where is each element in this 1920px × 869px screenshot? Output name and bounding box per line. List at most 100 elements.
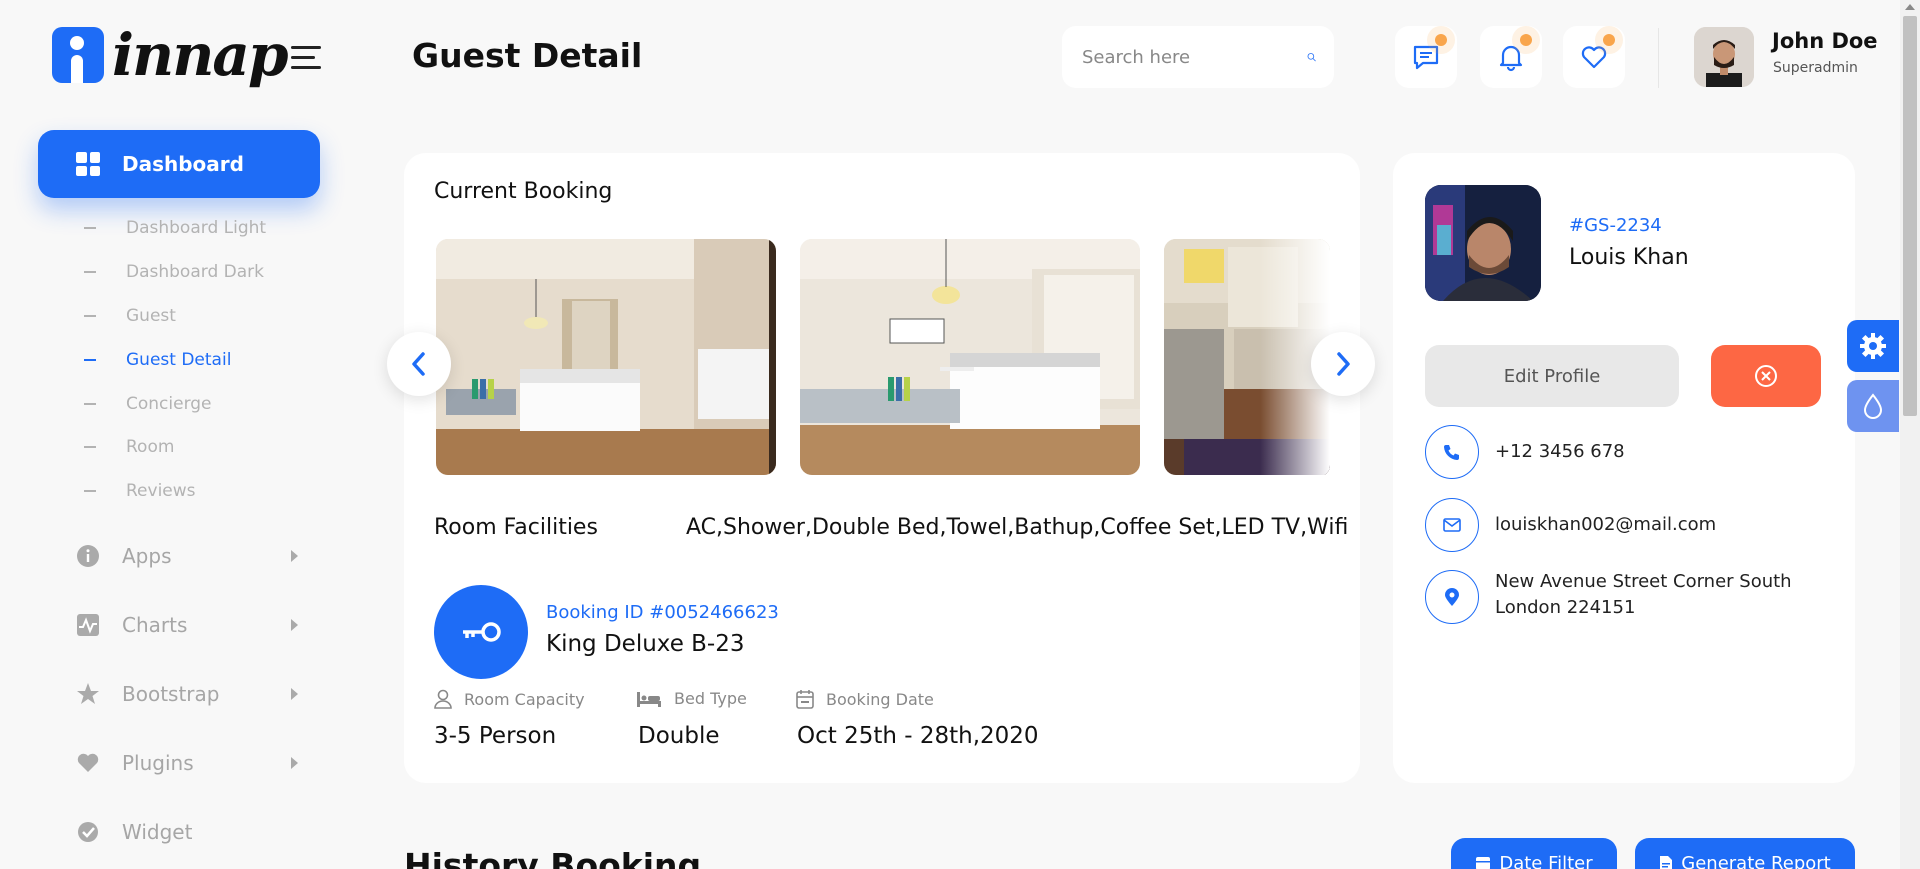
sidebar: innap Dashboard Dashboard Light Dashboar… <box>0 0 360 869</box>
scrollbar-thumb[interactable] <box>1903 16 1917 416</box>
sidebar-item-charts[interactable]: Charts <box>76 613 298 637</box>
sidebar-subitem-guest-detail[interactable]: Guest Detail <box>84 350 231 370</box>
caret-right-icon <box>291 550 298 562</box>
sidebar-item-bootstrap[interactable]: Bootstrap <box>76 682 298 706</box>
sidebar-item-dashboard[interactable]: Dashboard <box>38 130 320 198</box>
user-name[interactable]: John Doe <box>1772 29 1878 53</box>
user-avatar[interactable] <box>1694 27 1754 87</box>
sidebar-subitem-dashboard-light[interactable]: Dashboard Light <box>84 218 266 238</box>
chat-icon <box>1413 45 1439 70</box>
sidebar-subitem-label: Reviews <box>126 481 196 501</box>
notification-dot <box>1520 34 1532 46</box>
room-name: King Deluxe B-23 <box>546 631 745 657</box>
email-icon <box>1425 498 1479 552</box>
location-icon <box>1425 570 1479 624</box>
notification-dot <box>1435 34 1447 46</box>
carousel-prev-button[interactable] <box>387 332 451 396</box>
date-filter-button[interactable]: Date Filter <box>1451 838 1617 869</box>
sidebar-subitem-reviews[interactable]: Reviews <box>84 481 196 501</box>
sidebar-subitem-label: Dashboard Dark <box>126 262 264 282</box>
spec-label-text: Bed Type <box>674 689 747 708</box>
sidebar-subitem-room[interactable]: Room <box>84 437 174 457</box>
sidebar-subitem-guest[interactable]: Guest <box>84 306 176 326</box>
sidebar-item-label: Widget <box>122 820 193 844</box>
hamburger-menu-icon[interactable] <box>291 46 321 76</box>
sidebar-item-widget[interactable]: Widget <box>76 820 298 844</box>
room-photo[interactable] <box>800 239 1140 475</box>
notifications-button[interactable] <box>1480 26 1542 88</box>
sidebar-subitem-label: Concierge <box>126 394 212 414</box>
carousel-next-button[interactable] <box>1311 332 1375 396</box>
info-icon <box>76 544 100 568</box>
theme-float-button[interactable] <box>1847 380 1899 432</box>
gear-icon <box>1860 333 1886 359</box>
messages-button[interactable] <box>1395 26 1457 88</box>
date-filter-label: Date Filter <box>1499 852 1593 869</box>
delete-guest-button[interactable] <box>1711 345 1821 407</box>
bed-icon <box>637 691 661 707</box>
guest-phone: +12 3456 678 <box>1495 441 1625 462</box>
heart-icon <box>1581 46 1607 69</box>
room-photo-carousel[interactable] <box>436 239 1330 477</box>
sidebar-subitem-label: Guest Detail <box>126 350 232 370</box>
notification-dot <box>1603 34 1615 46</box>
sidebar-subitem-concierge[interactable]: Concierge <box>84 394 212 414</box>
guest-email: louiskhan002@mail.com <box>1495 514 1717 535</box>
drop-icon <box>1863 393 1883 419</box>
sidebar-subitem-dashboard-dark[interactable]: Dashboard Dark <box>84 262 264 282</box>
bell-icon <box>1499 45 1523 72</box>
guest-address: New Avenue Street Corner South London 22… <box>1495 571 1792 618</box>
dashboard-icon <box>76 152 100 176</box>
page-title: Guest Detail <box>412 36 643 75</box>
document-icon <box>1660 856 1673 869</box>
sidebar-item-label: Apps <box>122 544 172 568</box>
widget-icon <box>76 820 100 844</box>
room-facilities-value: AC,Shower,Double Bed,Towel,Bathup,Coffee… <box>686 515 1349 540</box>
booking-id: Booking ID #0052466623 <box>546 602 779 623</box>
sidebar-item-label: Dashboard <box>122 152 244 176</box>
app-logo[interactable]: innap <box>52 26 289 84</box>
scroll-up-arrow[interactable] <box>1905 4 1915 10</box>
sidebar-item-plugins[interactable]: Plugins <box>76 751 298 775</box>
star-icon <box>76 682 100 706</box>
key-icon <box>434 585 528 679</box>
calendar-icon <box>1476 857 1491 869</box>
search-input[interactable] <box>1082 46 1307 68</box>
bed-type-value: Double <box>638 723 720 749</box>
header-divider <box>1658 28 1659 88</box>
sidebar-item-label: Bootstrap <box>122 682 220 706</box>
sidebar-item-apps[interactable]: Apps <box>76 544 298 568</box>
booking-date-value: Oct 25th - 28th,2020 <box>797 723 1039 749</box>
card-title: Current Booking <box>434 179 613 204</box>
room-capacity-label: Room Capacity <box>434 689 585 709</box>
sidebar-subitem-label: Room <box>126 437 175 457</box>
sidebar-item-label: Charts <box>122 613 188 637</box>
search-icon[interactable] <box>1307 43 1316 71</box>
booking-date-label: Booking Date <box>796 689 934 709</box>
room-photo[interactable] <box>436 239 776 475</box>
heart-icon <box>76 751 100 775</box>
spec-label-text: Room Capacity <box>464 689 585 709</box>
current-booking-card: Current Booking Room Facilities AC,Showe… <box>404 153 1360 783</box>
user-role: Superadmin <box>1773 60 1858 76</box>
guest-avatar <box>1425 185 1541 301</box>
chevron-right-icon <box>1337 352 1350 376</box>
room-capacity-value: 3-5 Person <box>434 723 557 749</box>
caret-right-icon <box>291 619 298 631</box>
chart-icon <box>76 613 100 637</box>
guest-profile-card: #GS-2234 Louis Khan Edit Profile +12 345… <box>1393 153 1855 783</box>
guest-name: Louis Khan <box>1569 245 1689 270</box>
caret-right-icon <box>291 688 298 700</box>
edit-profile-button[interactable]: Edit Profile <box>1425 345 1679 407</box>
search-box[interactable] <box>1062 26 1334 88</box>
calendar-icon <box>796 690 814 709</box>
chevron-left-icon <box>412 352 425 376</box>
generate-report-button[interactable]: Generate Report <box>1635 838 1855 869</box>
generate-report-label: Generate Report <box>1681 852 1831 869</box>
user-icon <box>434 689 452 709</box>
settings-float-button[interactable] <box>1847 320 1899 372</box>
sidebar-item-label: Plugins <box>122 751 194 775</box>
bed-type-label: Bed Type <box>636 689 747 708</box>
history-booking-title: History Booking <box>404 846 702 869</box>
favorites-button[interactable] <box>1563 26 1625 88</box>
